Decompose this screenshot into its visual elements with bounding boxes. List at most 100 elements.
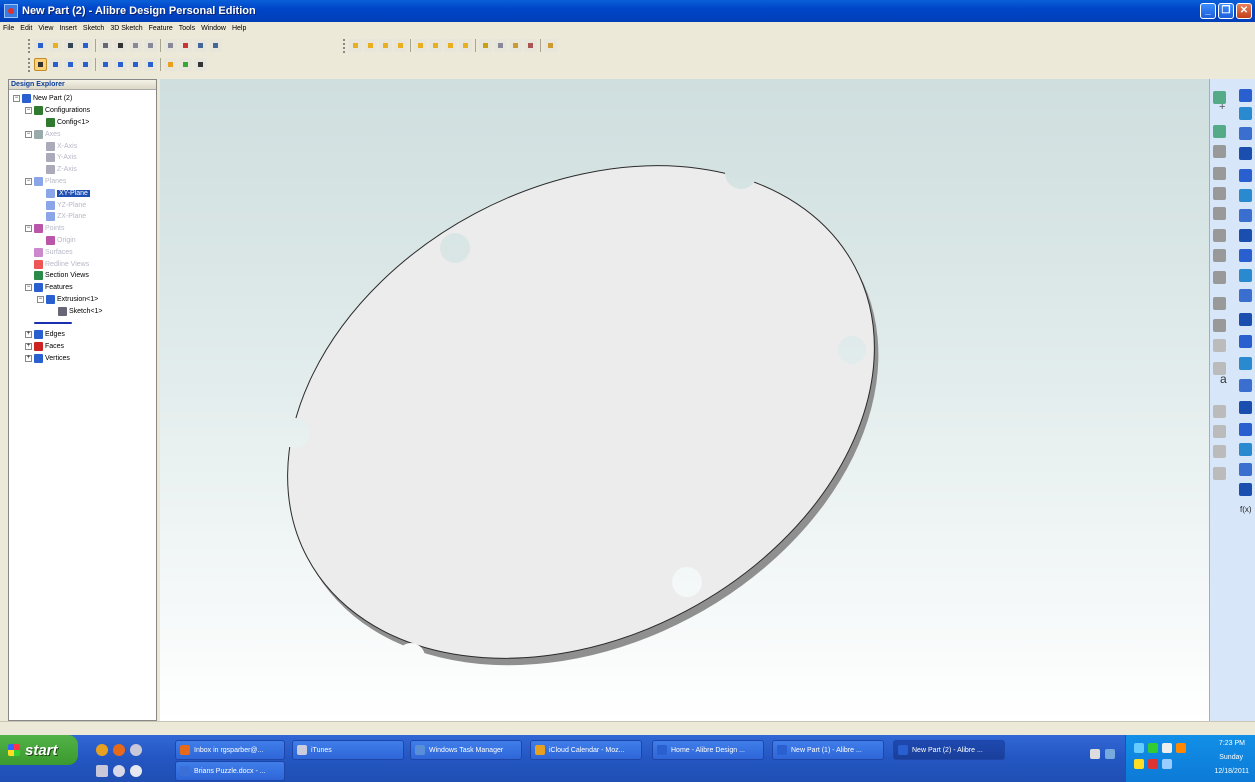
- feature-tool-icon[interactable]: [1239, 423, 1252, 436]
- feature-tool-icon[interactable]: [1239, 209, 1252, 222]
- equation-editor-icon[interactable]: f(x): [1240, 505, 1252, 514]
- feature-tool-icon[interactable]: [1239, 127, 1252, 140]
- menu-feature[interactable]: Feature: [149, 25, 173, 32]
- quicklaunch-ie-icon[interactable]: [130, 744, 142, 756]
- menu-3d-sketch[interactable]: 3D Sketch: [110, 25, 142, 32]
- tree-node[interactable]: Z-Axis: [9, 164, 156, 176]
- language-bar-icon[interactable]: [1105, 749, 1115, 759]
- expand-icon[interactable]: +: [25, 331, 32, 339]
- tree-node[interactable]: − Axes: [9, 128, 156, 140]
- cut-icon[interactable]: [129, 39, 142, 52]
- top-view-icon[interactable]: [379, 39, 392, 52]
- menu-file[interactable]: File: [3, 25, 14, 32]
- quicklaunch-itunes-icon[interactable]: [130, 765, 142, 777]
- tree-node[interactable]: XY-Plane: [9, 187, 156, 199]
- tree-node[interactable]: + Faces: [9, 341, 156, 353]
- tree-node[interactable]: − Extrusion<1>: [9, 294, 156, 306]
- toolbar-grip[interactable]: [28, 38, 31, 53]
- tree-node[interactable]: Config<1>: [9, 117, 156, 129]
- feature-tool-icon[interactable]: [1239, 379, 1252, 392]
- minimize-button[interactable]: _: [1200, 3, 1216, 19]
- expand-icon[interactable]: +: [25, 354, 32, 362]
- delete-icon[interactable]: [179, 39, 192, 52]
- rotate-90-icon[interactable]: [479, 39, 492, 52]
- sketch-tool-icon[interactable]: [1213, 445, 1226, 458]
- feature-tool-icon[interactable]: [1239, 357, 1252, 370]
- save-icon[interactable]: [64, 39, 77, 52]
- taskbar-button[interactable]: iCloud Calendar - Moz...: [530, 740, 642, 760]
- quicklaunch-firefox-icon[interactable]: [96, 744, 108, 756]
- clock-time[interactable]: 7:23 PM: [1219, 740, 1245, 747]
- constraint-icon[interactable]: [509, 39, 522, 52]
- taskbar-button[interactable]: iTunes: [292, 740, 404, 760]
- sketch-tool-icon[interactable]: [1213, 425, 1226, 438]
- tray-network-icon[interactable]: [1134, 743, 1144, 753]
- tree-node[interactable]: [9, 317, 156, 329]
- sketch-tool-icon[interactable]: [1213, 362, 1226, 375]
- feature-tool-icon[interactable]: [1239, 107, 1252, 120]
- feature-tool-icon[interactable]: [1239, 249, 1252, 262]
- part-top-face[interactable]: [202, 79, 961, 721]
- tree-node[interactable]: + Edges: [9, 329, 156, 341]
- toolbar-grip[interactable]: [28, 57, 31, 72]
- taskbar-button[interactable]: Home - Alibre Design ...: [652, 740, 764, 760]
- part-mode-icon[interactable]: [179, 58, 192, 71]
- right-view-icon[interactable]: [429, 39, 442, 52]
- sketch-tool-icon[interactable]: [1213, 91, 1226, 104]
- sketch-mode-icon[interactable]: [164, 58, 177, 71]
- tree-node[interactable]: Origin: [9, 235, 156, 247]
- redo-icon[interactable]: [209, 39, 222, 52]
- select-icon[interactable]: [34, 58, 47, 71]
- feature-tool-icon[interactable]: [1239, 169, 1252, 182]
- copy-icon[interactable]: [144, 39, 157, 52]
- feature-tool-icon[interactable]: [1239, 313, 1252, 326]
- taskbar-button[interactable]: New Part (2) - Alibre ...: [893, 740, 1005, 760]
- measure-icon[interactable]: [544, 39, 557, 52]
- save-all-icon[interactable]: [79, 39, 92, 52]
- menu-sketch[interactable]: Sketch: [83, 25, 104, 32]
- collapse-icon[interactable]: −: [25, 107, 32, 115]
- collapse-icon[interactable]: −: [25, 130, 32, 138]
- previous-view-icon[interactable]: [129, 58, 142, 71]
- sketch-tool-icon[interactable]: [1213, 319, 1226, 332]
- graphics-viewport[interactable]: [160, 79, 1209, 721]
- tray-security-icon[interactable]: [1134, 759, 1144, 769]
- sketch-tool-icon[interactable]: [1213, 271, 1226, 284]
- sketch-tool-icon[interactable]: [1213, 145, 1226, 158]
- feature-tool-icon[interactable]: [1239, 401, 1252, 414]
- tray-firefox-icon[interactable]: [1176, 743, 1186, 753]
- sketch-tool-icon[interactable]: [1213, 187, 1226, 200]
- tray-volume-icon[interactable]: [1162, 743, 1172, 753]
- bottom-view-icon[interactable]: [394, 39, 407, 52]
- tree-node[interactable]: YZ-Plane: [9, 199, 156, 211]
- normal-to-icon[interactable]: [459, 39, 472, 52]
- feature-tool-icon[interactable]: [1239, 443, 1252, 456]
- tray-antivirus-icon[interactable]: [1148, 759, 1158, 769]
- tray-update-icon[interactable]: [1148, 743, 1158, 753]
- collapse-icon[interactable]: −: [25, 284, 32, 292]
- collapse-icon[interactable]: −: [25, 225, 32, 233]
- new-icon[interactable]: [34, 39, 47, 52]
- help-tray-icon[interactable]: [1090, 749, 1100, 759]
- tree-node[interactable]: Sketch<1>: [9, 305, 156, 317]
- render-icon[interactable]: [194, 58, 207, 71]
- expand-icon[interactable]: +: [25, 343, 32, 351]
- feature-tool-icon[interactable]: [1239, 89, 1252, 102]
- collapse-icon[interactable]: −: [25, 177, 32, 185]
- tree-node[interactable]: X-Axis: [9, 140, 156, 152]
- feature-tool-icon[interactable]: [1239, 463, 1252, 476]
- zoom-fit-icon[interactable]: [79, 58, 92, 71]
- menu-edit[interactable]: Edit: [20, 25, 32, 32]
- back-view-icon[interactable]: [364, 39, 377, 52]
- left-view-icon[interactable]: [414, 39, 427, 52]
- iso-view-icon[interactable]: [444, 39, 457, 52]
- feature-tool-icon[interactable]: [1239, 269, 1252, 282]
- grid-icon[interactable]: [494, 39, 507, 52]
- pan-icon[interactable]: [49, 58, 62, 71]
- menu-insert[interactable]: Insert: [59, 25, 77, 32]
- quicklaunch-desktop-icon[interactable]: [96, 765, 108, 777]
- sketch-tool-icon[interactable]: [1213, 207, 1226, 220]
- tree-node[interactable]: − Configurations: [9, 105, 156, 117]
- undo-icon[interactable]: [194, 39, 207, 52]
- feature-tool-icon[interactable]: [1239, 483, 1252, 496]
